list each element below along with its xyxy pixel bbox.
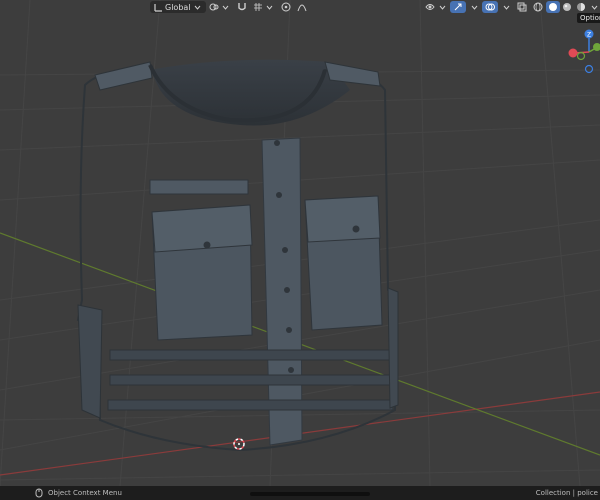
shading-dropdown[interactable] bbox=[588, 1, 600, 13]
proportional-edit-toggle[interactable] bbox=[278, 1, 294, 13]
chevron-down-icon bbox=[265, 2, 275, 12]
visibility-dropdown[interactable] bbox=[422, 1, 450, 13]
navigation-gizmo[interactable]: Z bbox=[560, 26, 600, 78]
shading-material-button[interactable] bbox=[560, 1, 574, 13]
gizmo-toggle[interactable] bbox=[450, 1, 466, 13]
pivot-icon bbox=[209, 2, 219, 12]
transform-orientation-dropdown[interactable]: Global bbox=[150, 1, 206, 13]
chevron-down-icon bbox=[193, 2, 203, 12]
magnet-icon bbox=[237, 2, 247, 12]
shading-render-button[interactable] bbox=[574, 1, 588, 13]
status-scrollbar[interactable] bbox=[250, 492, 370, 496]
snap-toggle[interactable] bbox=[234, 1, 250, 13]
chevron-down-icon bbox=[501, 2, 511, 12]
3d-cursor-icon[interactable] bbox=[232, 437, 246, 451]
xray-icon bbox=[517, 2, 527, 12]
chevron-down-icon bbox=[221, 2, 231, 12]
chevron-down-icon bbox=[437, 2, 447, 12]
3d-viewport[interactable] bbox=[0, 0, 600, 486]
axes-icon bbox=[153, 2, 163, 12]
shading-solid-button[interactable] bbox=[546, 1, 560, 13]
overlays-icon bbox=[485, 2, 495, 12]
status-collection: Collection | police bbox=[535, 489, 598, 497]
falloff-dropdown[interactable] bbox=[294, 1, 310, 13]
grid-snap-icon bbox=[253, 2, 263, 12]
gizmo-neg-z-axis bbox=[584, 64, 594, 74]
gizmo-icon bbox=[453, 2, 463, 12]
options-tooltip: Options bbox=[577, 13, 600, 23]
pivot-point-dropdown[interactable] bbox=[206, 1, 234, 13]
shading-wireframe-button[interactable] bbox=[530, 1, 546, 13]
status-hint: Object Context Menu bbox=[48, 489, 122, 497]
transform-orientation-label: Global bbox=[165, 2, 191, 12]
snap-target-dropdown[interactable] bbox=[250, 1, 278, 13]
proportional-edit-icon bbox=[281, 2, 291, 12]
falloff-curve-icon bbox=[297, 2, 307, 12]
material-shading-icon bbox=[562, 2, 572, 12]
gizmo-dropdown[interactable] bbox=[466, 1, 482, 13]
chevron-down-icon bbox=[469, 2, 479, 12]
render-shading-icon bbox=[576, 2, 586, 12]
mouse-icon bbox=[34, 488, 44, 498]
gizmo-x-axis bbox=[568, 48, 578, 58]
gizmo-z-label: Z bbox=[587, 32, 591, 39]
police-vest-model[interactable] bbox=[0, 0, 600, 486]
gizmo-neg-y-axis bbox=[576, 51, 586, 61]
wireframe-shading-icon bbox=[533, 2, 543, 12]
viewport-header: Global bbox=[0, 0, 600, 14]
eye-dropdown-icon bbox=[425, 2, 435, 12]
solid-shading-icon bbox=[548, 2, 558, 12]
chevron-down-icon bbox=[589, 2, 599, 12]
overlays-toggle[interactable] bbox=[482, 1, 498, 13]
overlays-dropdown[interactable] bbox=[498, 1, 514, 13]
xray-toggle[interactable] bbox=[514, 1, 530, 13]
